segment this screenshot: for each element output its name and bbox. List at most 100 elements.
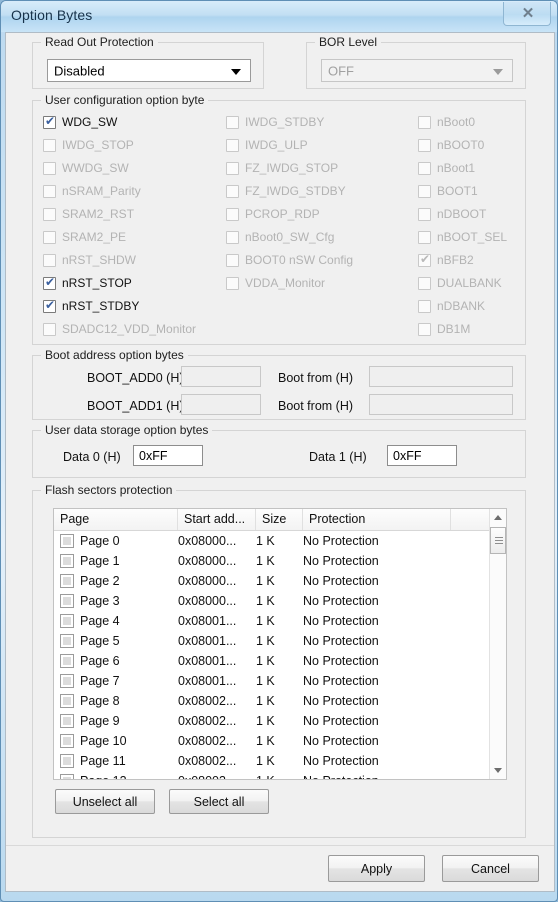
checkbox-label: WDG_SW bbox=[62, 115, 118, 129]
table-row[interactable]: Page 2 0x08000... 1 K No Protection bbox=[54, 571, 506, 591]
cell-start-address: 0x08000... bbox=[178, 554, 237, 568]
checkbox-fz-iwdg-stop[interactable]: FZ_IWDG_STOP bbox=[226, 159, 338, 177]
table-row[interactable]: Page 3 0x08000... 1 K No Protection bbox=[54, 591, 506, 611]
boot-from0-label: Boot from (H) bbox=[278, 371, 354, 385]
checkbox-nboot0[interactable]: nBoot0 bbox=[418, 113, 475, 131]
checkbox-box bbox=[43, 138, 56, 152]
checkbox-label: SRAM2_RST bbox=[62, 207, 135, 221]
unselect-all-button[interactable]: Unselect all bbox=[55, 789, 155, 814]
checkbox-boot1[interactable]: BOOT1 bbox=[418, 182, 478, 200]
boot-from1-field[interactable] bbox=[369, 394, 513, 415]
chevron-down-icon bbox=[231, 68, 241, 75]
row-checkbox[interactable] bbox=[60, 694, 74, 708]
column-header-protection[interactable]: Protection bbox=[303, 509, 451, 530]
row-checkbox[interactable] bbox=[60, 714, 74, 728]
checkbox-iwdg-ulp[interactable]: IWDG_ULP bbox=[226, 136, 308, 154]
checkbox-nboot1[interactable]: nBoot1 bbox=[418, 159, 475, 177]
checkbox-nrst-shdw[interactable]: nRST_SHDW bbox=[43, 251, 136, 269]
checkbox-boot0-nsw-config[interactable]: BOOT0 nSW Config bbox=[226, 251, 353, 269]
row-checkbox[interactable] bbox=[60, 654, 74, 668]
checkbox-vdda-monitor[interactable]: VDDA_Monitor bbox=[226, 274, 325, 292]
boot-add1-field[interactable] bbox=[181, 394, 261, 415]
boot-from0-field[interactable] bbox=[369, 366, 513, 387]
cell-size: 1 K bbox=[256, 771, 275, 779]
checkbox-db1m[interactable]: DB1M bbox=[418, 320, 470, 338]
checkbox-sram2-pe[interactable]: SRAM2_PE bbox=[43, 228, 126, 246]
row-checkbox[interactable] bbox=[60, 534, 74, 548]
boot-add0-field[interactable] bbox=[181, 366, 261, 387]
apply-button[interactable]: Apply bbox=[328, 855, 425, 882]
checkbox-nrst-stop[interactable]: ✔ nRST_STOP bbox=[43, 274, 132, 292]
checkbox-box: ✔ bbox=[43, 114, 56, 129]
checkbox-wwdg-sw[interactable]: WWDG_SW bbox=[43, 159, 129, 177]
table-row[interactable]: Page 11 0x08002... 1 K No Protection bbox=[54, 751, 506, 771]
table-row[interactable]: Page 4 0x08001... 1 K No Protection bbox=[54, 611, 506, 631]
table-vertical-scrollbar[interactable] bbox=[489, 509, 506, 779]
flash-sectors-table[interactable]: Page Start add... Size Protection Page 0… bbox=[53, 508, 507, 780]
row-checkbox[interactable] bbox=[60, 554, 74, 568]
table-row[interactable]: Page 0 0x08000... 1 K No Protection bbox=[54, 531, 506, 551]
cancel-button[interactable]: Cancel bbox=[442, 855, 539, 882]
row-checkbox[interactable] bbox=[60, 594, 74, 608]
table-row[interactable]: Page 5 0x08001... 1 K No Protection bbox=[54, 631, 506, 651]
cell-size: 1 K bbox=[256, 614, 275, 628]
cell-start-address: 0x08000... bbox=[178, 594, 237, 608]
checkbox-ndbank[interactable]: nDBANK bbox=[418, 297, 485, 315]
row-checkbox[interactable] bbox=[60, 754, 74, 768]
checkbox-nbfb2[interactable]: ✔ nBFB2 bbox=[418, 251, 474, 269]
bor-level-combo[interactable]: OFF bbox=[321, 59, 513, 82]
checkbox-label: VDDA_Monitor bbox=[245, 276, 326, 290]
row-checkbox[interactable] bbox=[60, 674, 74, 688]
checkbox-label: nRST_STDBY bbox=[62, 299, 140, 313]
cell-size: 1 K bbox=[256, 654, 275, 668]
select-all-button[interactable]: Select all bbox=[169, 789, 269, 814]
checkbox-sdadc12-vdd-monitor[interactable]: SDADC12_VDD_Monitor bbox=[43, 320, 196, 338]
readout-protection-combo[interactable]: Disabled bbox=[47, 59, 251, 82]
checkbox-label: nDBANK bbox=[437, 299, 486, 313]
checkbox-label: nBoot0 bbox=[437, 115, 476, 129]
checkbox-nsram-parity[interactable]: nSRAM_Parity bbox=[43, 182, 141, 200]
checkbox-iwdg-stop[interactable]: IWDG_STOP bbox=[43, 136, 134, 154]
table-row[interactable]: Page 6 0x08001... 1 K No Protection bbox=[54, 651, 506, 671]
checkbox-label: nRST_SHDW bbox=[62, 253, 137, 267]
table-row[interactable]: Page 7 0x08001... 1 K No Protection bbox=[54, 671, 506, 691]
table-row[interactable]: Page 8 0x08002... 1 K No Protection bbox=[54, 691, 506, 711]
scrollbar-thumb[interactable] bbox=[490, 527, 506, 554]
data0-label: Data 0 (H) bbox=[63, 450, 121, 464]
readout-protection-title: Read Out Protection bbox=[41, 35, 158, 49]
checkbox-nboot0[interactable]: nBOOT0 bbox=[418, 136, 484, 154]
checkbox-nrst-stdby[interactable]: ✔ nRST_STDBY bbox=[43, 297, 139, 315]
checkbox-wdg-sw[interactable]: ✔ WDG_SW bbox=[43, 113, 117, 131]
cell-protection: No Protection bbox=[303, 754, 379, 768]
data0-field[interactable]: 0xFF bbox=[133, 445, 203, 466]
close-button[interactable]: ✕ bbox=[503, 2, 551, 26]
checkbox-nboot-sel[interactable]: nBOOT_SEL bbox=[418, 228, 507, 246]
scroll-up-button[interactable] bbox=[490, 509, 506, 526]
checkbox-iwdg-stdby[interactable]: IWDG_STDBY bbox=[226, 113, 324, 131]
table-row[interactable]: Page 12 0x08003... 1 K No Protection bbox=[54, 771, 506, 779]
table-row[interactable]: Page 1 0x08000... 1 K No Protection bbox=[54, 551, 506, 571]
boot-add0-label: BOOT_ADD0 (H) bbox=[87, 371, 184, 385]
checkbox-label: IWDG_STOP bbox=[62, 138, 134, 152]
scroll-down-button[interactable] bbox=[490, 762, 506, 779]
checkbox-fz-iwdg-stdby[interactable]: FZ_IWDG_STDBY bbox=[226, 182, 346, 200]
checkbox-pcrop-rdp[interactable]: PCROP_RDP bbox=[226, 205, 320, 223]
checkbox-dualbank[interactable]: DUALBANK bbox=[418, 274, 502, 292]
column-header-extra[interactable] bbox=[451, 509, 491, 530]
row-checkbox[interactable] bbox=[60, 734, 74, 748]
checkbox-nboot0-sw-cfg[interactable]: nBoot0_SW_Cfg bbox=[226, 228, 334, 246]
column-header-start-addr[interactable]: Start add... bbox=[178, 509, 256, 530]
column-header-size[interactable]: Size bbox=[256, 509, 303, 530]
checkbox-sram2-rst[interactable]: SRAM2_RST bbox=[43, 205, 134, 223]
table-row[interactable]: Page 9 0x08002... 1 K No Protection bbox=[54, 711, 506, 731]
data1-field[interactable]: 0xFF bbox=[387, 445, 457, 466]
checkbox-label: nDBOOT bbox=[437, 207, 487, 221]
row-checkbox[interactable] bbox=[60, 574, 74, 588]
row-checkbox[interactable] bbox=[60, 614, 74, 628]
row-checkbox[interactable] bbox=[60, 774, 74, 779]
cell-start-address: 0x08000... bbox=[178, 534, 237, 548]
column-header-page[interactable]: Page bbox=[54, 509, 178, 530]
row-checkbox[interactable] bbox=[60, 634, 74, 648]
table-row[interactable]: Page 10 0x08002... 1 K No Protection bbox=[54, 731, 506, 751]
checkbox-ndboot[interactable]: nDBOOT bbox=[418, 205, 486, 223]
